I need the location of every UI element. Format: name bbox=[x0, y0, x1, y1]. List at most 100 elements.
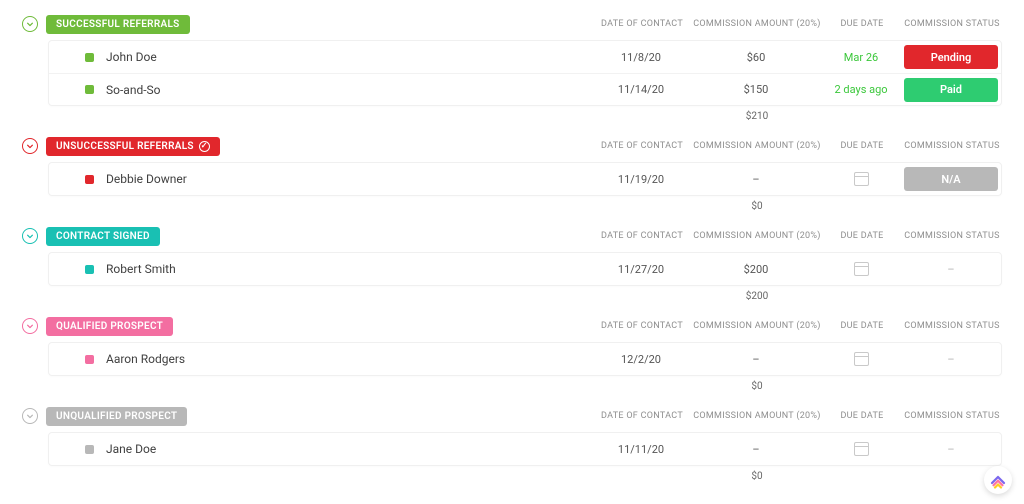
collapse-toggle-icon[interactable] bbox=[22, 408, 38, 424]
group-header: UNSUCCESSFUL REFERRALS DATE OF CONTACT C… bbox=[22, 132, 1002, 160]
col-header-due: DUE DATE bbox=[822, 411, 902, 421]
table-row[interactable]: Jane Doe 11/11/20 – – bbox=[49, 433, 1001, 465]
table-row[interactable]: Robert Smith 11/27/20 $200 – bbox=[49, 253, 1001, 285]
group-header: SUCCESSFUL REFERRALS DATE OF CONTACT COM… bbox=[22, 10, 1002, 38]
status-badge[interactable]: N/A bbox=[904, 167, 998, 191]
row-name[interactable]: Jane Doe bbox=[106, 442, 591, 456]
group-title-label: UNSUCCESSFUL REFERRALS bbox=[56, 141, 194, 152]
collapse-toggle-icon[interactable] bbox=[22, 16, 38, 32]
row-name[interactable]: Debbie Downer bbox=[106, 172, 591, 186]
column-headers: DATE OF CONTACT COMMISSION AMOUNT (20%) … bbox=[592, 411, 1002, 421]
due-cell bbox=[821, 352, 901, 366]
col-header-date: DATE OF CONTACT bbox=[592, 231, 692, 241]
col-header-status: COMMISSION STATUS bbox=[902, 231, 1002, 241]
group-title-label: SUCCESSFUL REFERRALS bbox=[56, 19, 180, 30]
status-cell: N/A bbox=[901, 167, 1001, 191]
group-total-row: $0 bbox=[48, 466, 1002, 486]
commission-total: $0 bbox=[692, 381, 822, 392]
status-square-icon[interactable] bbox=[85, 265, 94, 274]
group-title-badge[interactable]: SUCCESSFUL REFERRALS bbox=[46, 15, 190, 34]
status-square-icon[interactable] bbox=[85, 53, 94, 62]
due-date-value: 2 days ago bbox=[834, 83, 887, 96]
date-value: 12/2/20 bbox=[591, 353, 691, 366]
group-rows: Debbie Downer 11/19/20 – N/A bbox=[48, 162, 1002, 196]
group-rows: Jane Doe 11/11/20 – – bbox=[48, 432, 1002, 466]
commission-value: $60 bbox=[691, 51, 821, 64]
col-header-date: DATE OF CONTACT bbox=[592, 19, 692, 29]
row-name[interactable]: John Doe bbox=[106, 50, 591, 64]
group-title-badge[interactable]: UNSUCCESSFUL REFERRALS bbox=[46, 137, 220, 156]
due-cell bbox=[821, 172, 901, 186]
status-square-icon[interactable] bbox=[85, 355, 94, 364]
table-row[interactable]: So-and-So 11/14/20 $150 2 days ago Paid bbox=[49, 73, 1001, 105]
table-row[interactable]: John Doe 11/8/20 $60 Mar 26 Pending bbox=[49, 41, 1001, 73]
status-cell: – bbox=[901, 263, 1001, 276]
calendar-icon[interactable] bbox=[854, 352, 869, 366]
group-title-badge[interactable]: UNQUALIFIED PROSPECT bbox=[46, 407, 187, 426]
table-row[interactable]: Debbie Downer 11/19/20 – N/A bbox=[49, 163, 1001, 195]
status-cell: – bbox=[901, 353, 1001, 366]
collapse-toggle-icon[interactable] bbox=[22, 138, 38, 154]
due-cell: 2 days ago bbox=[821, 83, 901, 96]
group-title-label: CONTRACT SIGNED bbox=[56, 231, 150, 242]
group: UNQUALIFIED PROSPECT DATE OF CONTACT COM… bbox=[22, 402, 1002, 486]
group: QUALIFIED PROSPECT DATE OF CONTACT COMMI… bbox=[22, 312, 1002, 396]
status-cell: Pending bbox=[901, 45, 1001, 69]
date-value: 11/14/20 bbox=[591, 83, 691, 96]
status-value: – bbox=[947, 443, 954, 456]
collapse-toggle-icon[interactable] bbox=[22, 228, 38, 244]
row-name[interactable]: Aaron Rodgers bbox=[106, 352, 591, 366]
group-total-row: $210 bbox=[48, 106, 1002, 126]
status-cell: Paid bbox=[901, 78, 1001, 102]
date-value: 11/27/20 bbox=[591, 263, 691, 276]
group-total-row: $200 bbox=[48, 286, 1002, 306]
status-square-icon[interactable] bbox=[85, 445, 94, 454]
due-date-value: Mar 26 bbox=[844, 51, 878, 64]
row-name[interactable]: Robert Smith bbox=[106, 262, 591, 276]
calendar-icon[interactable] bbox=[854, 442, 869, 456]
status-value: – bbox=[947, 353, 954, 366]
clickup-logo[interactable] bbox=[984, 466, 1012, 494]
group-header: CONTRACT SIGNED DATE OF CONTACT COMMISSI… bbox=[22, 222, 1002, 250]
due-cell: Mar 26 bbox=[821, 51, 901, 64]
commission-total: $210 bbox=[692, 111, 822, 122]
check-circle-icon bbox=[199, 141, 210, 152]
col-header-date: DATE OF CONTACT bbox=[592, 321, 692, 331]
column-headers: DATE OF CONTACT COMMISSION AMOUNT (20%) … bbox=[592, 321, 1002, 331]
group-title-label: QUALIFIED PROSPECT bbox=[56, 321, 163, 332]
column-headers: DATE OF CONTACT COMMISSION AMOUNT (20%) … bbox=[592, 231, 1002, 241]
collapse-toggle-icon[interactable] bbox=[22, 318, 38, 334]
group-rows: John Doe 11/8/20 $60 Mar 26 Pending So-a… bbox=[48, 40, 1002, 106]
group: SUCCESSFUL REFERRALS DATE OF CONTACT COM… bbox=[22, 10, 1002, 126]
status-value: – bbox=[947, 263, 954, 276]
commission-value: – bbox=[691, 443, 821, 456]
commission-value: $150 bbox=[691, 83, 821, 96]
group-title-badge[interactable]: QUALIFIED PROSPECT bbox=[46, 317, 173, 336]
commission-value: – bbox=[691, 173, 821, 186]
group-title-badge[interactable]: CONTRACT SIGNED bbox=[46, 227, 160, 246]
col-header-commission: COMMISSION AMOUNT (20%) bbox=[692, 19, 822, 29]
group-total-row: $0 bbox=[48, 196, 1002, 216]
status-square-icon[interactable] bbox=[85, 175, 94, 184]
group: CONTRACT SIGNED DATE OF CONTACT COMMISSI… bbox=[22, 222, 1002, 306]
row-name[interactable]: So-and-So bbox=[106, 83, 591, 97]
due-cell bbox=[821, 442, 901, 456]
due-cell bbox=[821, 262, 901, 276]
col-header-due: DUE DATE bbox=[822, 321, 902, 331]
col-header-date: DATE OF CONTACT bbox=[592, 141, 692, 151]
table-row[interactable]: Aaron Rodgers 12/2/20 – – bbox=[49, 343, 1001, 375]
calendar-icon[interactable] bbox=[854, 262, 869, 276]
status-badge[interactable]: Paid bbox=[904, 78, 998, 102]
col-header-status: COMMISSION STATUS bbox=[902, 321, 1002, 331]
status-square-icon[interactable] bbox=[85, 85, 94, 94]
col-header-due: DUE DATE bbox=[822, 231, 902, 241]
col-header-commission: COMMISSION AMOUNT (20%) bbox=[692, 141, 822, 151]
commission-value: – bbox=[691, 353, 821, 366]
group-header: UNQUALIFIED PROSPECT DATE OF CONTACT COM… bbox=[22, 402, 1002, 430]
col-header-status: COMMISSION STATUS bbox=[902, 19, 1002, 29]
status-badge[interactable]: Pending bbox=[904, 45, 998, 69]
group-rows: Aaron Rodgers 12/2/20 – – bbox=[48, 342, 1002, 376]
date-value: 11/19/20 bbox=[591, 173, 691, 186]
calendar-icon[interactable] bbox=[854, 172, 869, 186]
col-header-commission: COMMISSION AMOUNT (20%) bbox=[692, 231, 822, 241]
